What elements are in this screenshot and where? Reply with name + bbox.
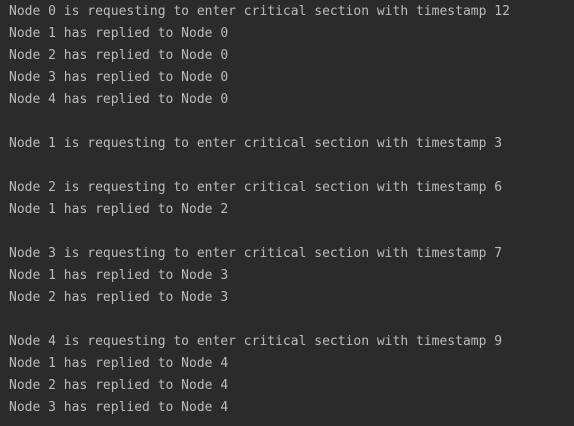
console-line: Node 4 has replied to Node 0 [9,92,229,107]
console-line: Node 1 has replied to Node 2 [9,202,229,217]
console-line: Node 1 has replied to Node 3 [9,268,229,283]
console-line: Node 2 has replied to Node 0 [9,48,229,63]
console-line: Node 2 has replied to Node 4 [9,378,229,393]
console-line: Node 3 is requesting to enter critical s… [9,246,503,261]
console-line: Node 3 has replied to Node 4 [9,400,229,415]
console-line: Node 2 is requesting to enter critical s… [9,180,503,195]
console-output[interactable]: Node 0 is requesting to enter critical s… [0,0,574,426]
console-line: Node 4 is requesting to enter critical s… [9,334,503,349]
console-line: Node 3 has replied to Node 0 [9,70,229,85]
console-line: Node 1 has replied to Node 4 [9,356,229,371]
console-line: Node 2 has replied to Node 3 [9,290,229,305]
console-line: Node 1 has replied to Node 0 [9,26,229,41]
console-line: Node 0 is requesting to enter critical s… [9,4,510,19]
console-line: Node 1 is requesting to enter critical s… [9,136,503,151]
